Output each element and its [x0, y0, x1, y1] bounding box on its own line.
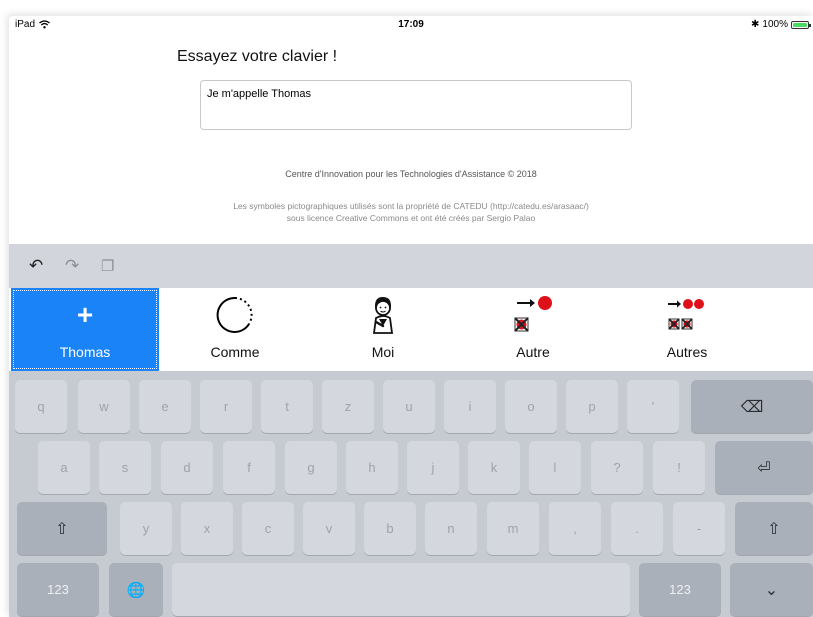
key-k[interactable]: k	[468, 441, 520, 494]
key-d[interactable]: d	[161, 441, 213, 494]
prediction-autre[interactable]: Autre	[459, 288, 607, 371]
key-exclamation[interactable]: !	[653, 441, 705, 494]
backspace-key[interactable]: ⌫	[691, 380, 813, 433]
hide-keyboard-icon: ⌄	[764, 581, 779, 599]
key-comma[interactable]: ,	[549, 502, 601, 555]
key-i[interactable]: i	[444, 380, 496, 433]
backspace-icon: ⌫	[740, 398, 764, 416]
key-a[interactable]: a	[38, 441, 90, 494]
key-apostrophe[interactable]: '	[627, 380, 679, 433]
key-r[interactable]: r	[200, 380, 252, 433]
clock: 17:09	[398, 19, 424, 30]
prediction-autres[interactable]: Autres	[613, 288, 761, 371]
key-b[interactable]: b	[364, 502, 416, 555]
paste-icon[interactable]: ❐	[101, 257, 114, 275]
shift-icon: ⇧	[55, 520, 69, 538]
prediction-thomas[interactable]: + Thomas	[11, 288, 159, 371]
key-c[interactable]: c	[242, 502, 294, 555]
key-n[interactable]: n	[425, 502, 477, 555]
key-o[interactable]: o	[505, 380, 557, 433]
credits-text: Centre d'Innovation pour les Technologie…	[285, 169, 537, 179]
space-key[interactable]	[172, 563, 630, 616]
return-key[interactable]: ⏎	[715, 441, 813, 494]
key-e[interactable]: e	[139, 380, 191, 433]
battery-percent: 100%	[762, 19, 788, 30]
license-text: Les symboles pictographiques utilisés so…	[233, 201, 589, 223]
battery-icon	[791, 20, 811, 29]
person-pictogram-icon	[309, 294, 457, 336]
key-w[interactable]: w	[78, 380, 130, 433]
arrow-dot-cross-icon	[459, 294, 607, 336]
status-bar: iPad 17:09 ✱ 100%	[9, 16, 813, 34]
globe-icon: 🌐	[126, 581, 146, 599]
key-t[interactable]: t	[261, 380, 313, 433]
key-u[interactable]: u	[383, 380, 435, 433]
keyboard-toolbar: ↶ ↷ ❐	[9, 244, 813, 288]
key-question[interactable]: ?	[591, 441, 643, 494]
bluetooth-icon: ✱	[751, 19, 760, 30]
key-m[interactable]: m	[487, 502, 539, 555]
globe-key[interactable]: 🌐	[109, 563, 163, 616]
shift-left-key[interactable]: ⇧	[17, 502, 107, 555]
key-v[interactable]: v	[303, 502, 355, 555]
key-h[interactable]: h	[346, 441, 398, 494]
keyboard: q w e r t z u i o p ' ⌫ a s d f g h j k …	[9, 371, 813, 617]
numbers-right-key[interactable]: 123	[639, 563, 721, 616]
arrow-dots-crosses-icon	[613, 294, 761, 336]
numbers-left-key[interactable]: 123	[17, 563, 99, 616]
prediction-moi[interactable]: Moi	[309, 288, 457, 371]
key-p[interactable]: p	[566, 380, 618, 433]
plus-icon: +	[76, 299, 94, 330]
text-input[interactable]: Je m'appelle Thomas	[200, 80, 632, 130]
key-l[interactable]: l	[529, 441, 581, 494]
undo-icon[interactable]: ↶	[29, 256, 43, 276]
ipad-screen: iPad 17:09 ✱ 100% Essayez votre clavier …	[9, 16, 813, 617]
page-title: Essayez votre clavier !	[177, 48, 338, 65]
key-j[interactable]: j	[407, 441, 459, 494]
key-f[interactable]: f	[223, 441, 275, 494]
key-period[interactable]: .	[611, 502, 663, 555]
key-x[interactable]: x	[181, 502, 233, 555]
key-g[interactable]: g	[285, 441, 337, 494]
shift-icon: ⇧	[767, 520, 781, 538]
hide-keyboard-key[interactable]: ⌄	[730, 563, 813, 616]
key-s[interactable]: s	[99, 441, 151, 494]
prediction-bar: + Thomas Comme Moi Autre Autres	[9, 288, 813, 371]
shift-right-key[interactable]: ⇧	[735, 502, 813, 555]
prediction-comme[interactable]: Comme	[161, 288, 309, 371]
key-q[interactable]: q	[15, 380, 67, 433]
dashed-circle-icon	[161, 294, 309, 336]
redo-icon[interactable]: ↷	[65, 256, 79, 276]
key-y[interactable]: y	[120, 502, 172, 555]
key-z[interactable]: z	[322, 380, 374, 433]
key-hyphen[interactable]: -	[673, 502, 725, 555]
return-icon: ⏎	[757, 459, 771, 477]
